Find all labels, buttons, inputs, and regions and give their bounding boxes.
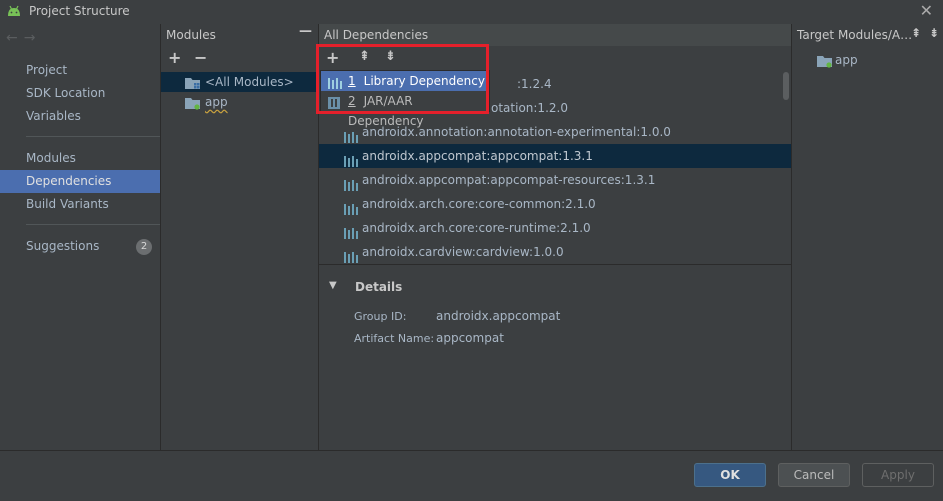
cancel-button[interactable]: Cancel (778, 463, 850, 487)
forward-arrow-icon[interactable]: → (24, 30, 42, 46)
sidebar-item-suggestions[interactable]: Suggestions 2 (0, 235, 160, 258)
dependency-label: otation:1.2.0 (491, 101, 568, 115)
back-arrow-icon[interactable]: ← (6, 30, 24, 46)
android-icon (6, 4, 22, 21)
sidebar-item-variables[interactable]: Variables (0, 105, 160, 128)
dependency-label: androidx.appcompat:appcompat-resources:1… (362, 173, 656, 187)
dependency-row-selected[interactable]: androidx.appcompat:appcompat:1.3.1 (319, 144, 791, 168)
sidebar-divider (26, 224, 160, 225)
suggestions-count-badge: 2 (136, 239, 152, 255)
sidebar-item-dependencies[interactable]: Dependencies (0, 170, 160, 193)
artifact-name-label: Artifact Name: (354, 332, 435, 345)
target-item-label: app (835, 53, 858, 67)
highlight-box (316, 44, 489, 114)
module-folder-icon (185, 96, 201, 116)
ok-button[interactable]: OK (694, 463, 766, 487)
dependency-row[interactable]: androidx.appcompat:appcompat-resources:1… (319, 168, 791, 192)
collapse-triangle-icon[interactable]: ▼ (329, 280, 337, 291)
sidebar: ←→ Project SDK Location Variables Module… (0, 24, 160, 450)
library-icon (344, 247, 358, 271)
details-title: Details (355, 280, 403, 294)
module-item-label: app (205, 95, 228, 109)
title-bar: Project Structure ✕ (0, 0, 943, 24)
modules-header: Modules (166, 28, 216, 42)
collapse-all-icon[interactable]: ⇟ (929, 26, 939, 40)
close-icon[interactable]: ✕ (920, 1, 933, 20)
add-module-button[interactable]: + (168, 48, 181, 67)
module-item-all-modules[interactable]: <All Modules> (161, 72, 318, 92)
apply-button[interactable]: Apply (862, 463, 934, 487)
group-id-value: androidx.appcompat (436, 309, 561, 323)
target-item-app[interactable]: app (792, 50, 943, 70)
dependency-row[interactable]: androidx.arch.core:core-common:2.1.0 (319, 192, 791, 216)
sidebar-item-build-variants[interactable]: Build Variants (0, 193, 160, 216)
sidebar-item-label: Suggestions (26, 239, 100, 253)
group-id-label: Group ID: (354, 310, 407, 323)
target-modules-panel: Target Modules/A… ⇞ ⇟ app (792, 24, 943, 450)
artifact-name-value: appcompat (436, 331, 504, 345)
module-item-app[interactable]: app (161, 92, 318, 112)
sidebar-divider (26, 136, 160, 137)
dependency-row[interactable]: androidx.arch.core:core-runtime:2.1.0 (319, 216, 791, 240)
sidebar-item-sdk-location[interactable]: SDK Location (0, 82, 160, 105)
dependency-label: androidx.arch.core:core-common:2.1.0 (362, 197, 596, 211)
dependency-label: androidx.appcompat:appcompat:1.3.1 (362, 149, 593, 163)
modules-panel: Modules — + − <All Modules> app (161, 24, 318, 450)
module-item-label: <All Modules> (205, 75, 294, 89)
sidebar-item-modules[interactable]: Modules (0, 147, 160, 170)
scrollbar-thumb[interactable] (783, 72, 789, 100)
expand-all-icon[interactable]: ⇞ (911, 26, 921, 40)
dependency-label: androidx.arch.core:core-runtime:2.1.0 (362, 221, 591, 235)
dependency-label: :1.2.4 (517, 77, 552, 91)
details-splitter[interactable] (319, 264, 791, 265)
nav-arrows: ←→ (6, 30, 41, 46)
sidebar-item-project[interactable]: Project (0, 59, 160, 82)
dependency-label: androidx.cardview:cardview:1.0.0 (362, 245, 564, 259)
module-folder-icon (817, 54, 833, 74)
dependencies-header: All Dependencies (319, 24, 791, 46)
window-title: Project Structure (29, 4, 130, 18)
target-modules-header: Target Modules/A… (797, 28, 913, 42)
remove-module-button[interactable]: − (194, 48, 207, 67)
collapse-panel-button[interactable]: — (299, 24, 312, 39)
dialog-footer: OK Cancel Apply (0, 450, 943, 501)
dependency-row[interactable]: androidx.cardview:cardview:1.0.0 (319, 240, 791, 264)
